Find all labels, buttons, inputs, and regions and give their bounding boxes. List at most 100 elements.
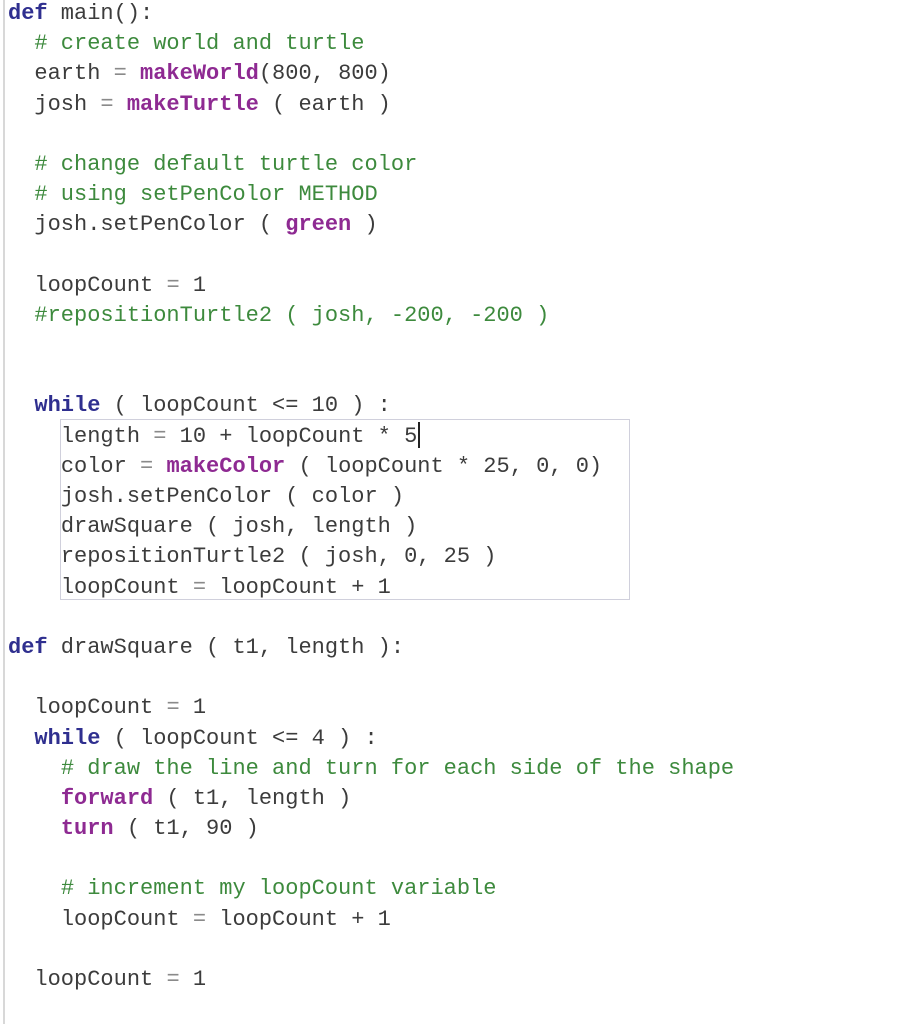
- code-token: loopCount + 1: [206, 574, 391, 600]
- code-token: earth: [34, 61, 114, 87]
- operator-token: =: [153, 423, 167, 449]
- function-token: green: [285, 212, 352, 238]
- code-token: ): [351, 212, 378, 238]
- code-token: loopCount + 1: [206, 906, 391, 932]
- code-line[interactable]: # draw the line and turn for each side o…: [8, 754, 734, 784]
- keyword-token: def: [8, 634, 48, 660]
- operator-token: =: [166, 695, 180, 721]
- comment-token: # draw the line and turn for each side o…: [60, 755, 735, 781]
- code-line[interactable]: [8, 361, 734, 391]
- code-line[interactable]: [8, 935, 734, 965]
- code-line[interactable]: loopCount = loopCount + 1: [8, 573, 734, 603]
- code-line[interactable]: [8, 331, 734, 361]
- code-editor[interactable]: def main(): # create world and turtle ea…: [0, 0, 908, 1024]
- code-token: josh.setPenColor ( color ): [60, 484, 405, 509]
- code-line[interactable]: repositionTurtle2 ( josh, 0, 25 ): [8, 542, 734, 572]
- code-line[interactable]: def drawSquare ( t1, length ):: [8, 633, 734, 663]
- comment-token: # increment my loopCount variable: [60, 876, 497, 902]
- code-line[interactable]: [8, 120, 734, 150]
- keyword-token: def: [8, 1, 48, 26]
- function-token: makeColor: [166, 453, 286, 479]
- code-line[interactable]: [8, 603, 734, 633]
- code-token: 1: [179, 967, 207, 992]
- code-token: ( loopCount <= 10 ) :: [100, 393, 391, 419]
- code-token: (800, 800): [258, 61, 391, 87]
- code-token: josh: [34, 91, 101, 117]
- code-token: loopCount: [60, 906, 193, 932]
- code-line[interactable]: josh.setPenColor ( color ): [8, 482, 734, 512]
- code-token: loopCount: [34, 272, 167, 298]
- code-line[interactable]: [8, 844, 734, 874]
- code-line[interactable]: josh.setPenColor ( green ): [8, 210, 734, 240]
- operator-token: =: [166, 967, 180, 992]
- code-line[interactable]: length = 10 + loopCount * 5: [8, 421, 734, 452]
- code-line[interactable]: # create world and turtle: [8, 29, 734, 59]
- code-line[interactable]: loopCount = 1: [8, 965, 734, 995]
- comment-token: # create world and turtle: [34, 31, 365, 57]
- code-line[interactable]: [8, 663, 734, 693]
- keyword-token: while: [34, 393, 101, 419]
- function-token: makeWorld: [140, 61, 259, 87]
- code-line[interactable]: while ( loopCount <= 10 ) :: [8, 391, 734, 421]
- code-token: drawSquare ( t1, length ):: [47, 634, 405, 660]
- operator-token: =: [192, 574, 207, 600]
- code-line[interactable]: loopCount = loopCount + 1: [8, 905, 734, 935]
- operator-token: =: [166, 272, 180, 298]
- code-token: loopCount: [34, 967, 167, 992]
- comment-token: # using setPenColor METHOD: [34, 182, 378, 208]
- code-token: josh.setPenColor (: [34, 212, 286, 238]
- code-line[interactable]: color = makeColor ( loopCount * 25, 0, 0…: [8, 452, 734, 482]
- code-line[interactable]: while ( loopCount <= 4 ) :: [8, 724, 734, 754]
- function-token: forward: [60, 785, 154, 811]
- code-token: ( earth ): [258, 91, 391, 117]
- code-line[interactable]: loopCount = 1: [8, 271, 734, 301]
- code-token: ( t1, 90 ): [113, 816, 259, 842]
- code-line[interactable]: earth = makeWorld(800, 800): [8, 59, 734, 89]
- code-token: loopCount: [60, 574, 193, 600]
- code-line[interactable]: # using setPenColor METHOD: [8, 180, 734, 210]
- code-line[interactable]: drawSquare ( josh, length ): [8, 512, 734, 542]
- code-line[interactable]: josh = makeTurtle ( earth ): [8, 90, 734, 120]
- operator-token: =: [100, 91, 114, 117]
- keyword-token: while: [34, 725, 101, 751]
- code-token: repositionTurtle2 ( josh, 0, 25 ): [60, 544, 497, 570]
- code-area[interactable]: def main(): # create world and turtle ea…: [8, 0, 734, 995]
- code-line[interactable]: forward ( t1, length ): [8, 784, 734, 814]
- editor-left-border: [3, 0, 5, 1024]
- function-token: makeTurtle: [126, 91, 259, 117]
- code-token: ( loopCount <= 4 ) :: [100, 725, 378, 751]
- code-line[interactable]: turn ( t1, 90 ): [8, 814, 734, 844]
- operator-token: =: [192, 906, 207, 932]
- code-line[interactable]: # change default turtle color: [8, 150, 734, 180]
- code-token: color: [60, 453, 141, 479]
- operator-token: =: [113, 61, 127, 87]
- code-line[interactable]: loopCount = 1: [8, 693, 734, 723]
- code-token: 1: [179, 695, 207, 721]
- code-token: length: [60, 423, 154, 449]
- code-line[interactable]: def main():: [8, 0, 734, 29]
- code-line[interactable]: # increment my loopCount variable: [8, 874, 734, 904]
- operator-token: =: [140, 453, 154, 479]
- code-token: ( t1, length ): [153, 785, 352, 811]
- code-line[interactable]: [8, 241, 734, 271]
- code-line[interactable]: #repositionTurtle2 ( josh, -200, -200 ): [8, 301, 734, 331]
